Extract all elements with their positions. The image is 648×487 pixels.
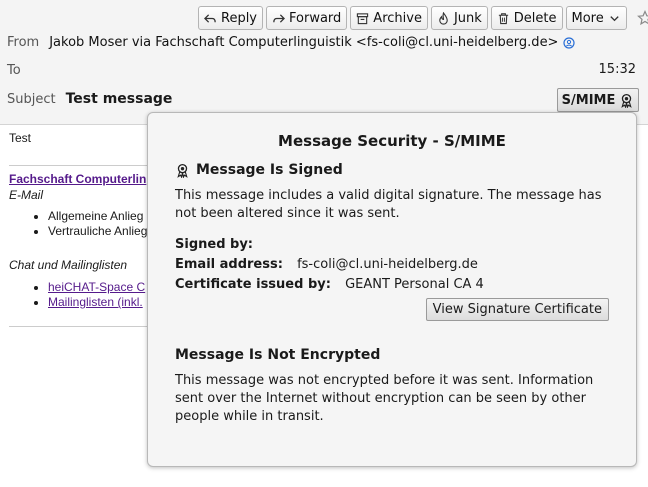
list-item: heiCHAT-Space C [48,280,145,295]
issuer-row: Certificate issued by: GEANT Personal CA… [175,277,609,292]
to-row: To [7,63,31,78]
message-time: 15:32 [598,62,636,77]
signed-badge-icon [621,93,633,108]
body-greeting: Test [9,131,32,145]
signed-heading: Message Is Signed [175,162,609,178]
encrypted-heading-text: Message Is Not Encrypted [175,347,381,363]
signed-heading-text: Message Is Signed [196,162,343,178]
mailinglisten-link[interactable]: Mailinglisten (inkl. [48,295,143,309]
email-address-value: fs-coli@cl.uni-heidelberg.de [297,257,478,272]
star-icon[interactable] [636,10,648,26]
from-row: From Jakob Moser via Fachschaft Computer… [7,35,576,50]
chat-list: heiCHAT-Space C Mailinglisten (inkl. [22,280,145,310]
archive-button[interactable]: Archive [350,6,428,30]
smime-button[interactable]: S/MIME [557,88,639,112]
email-list: Allgemeine Anlieg Vertrauliche Anlieg [22,209,147,239]
subject-value: Test message [65,91,173,107]
trash-icon [498,12,508,24]
delete-label: Delete [513,10,557,26]
archive-icon [357,12,369,24]
subject-row: Subject Test message [7,91,172,107]
message-header: Reply Forward Archive Junk Delete More F… [0,0,648,125]
contact-icon[interactable] [563,36,576,49]
chevron-down-icon [610,15,619,21]
body-divider [9,165,149,166]
from-value[interactable]: Jakob Moser via Fachschaft Computerlingu… [49,35,558,50]
message-toolbar: Reply Forward Archive Junk Delete More [198,6,648,30]
issuer-value: GEANT Personal CA 4 [345,277,484,292]
issuer-label: Certificate issued by: [175,277,331,292]
view-signature-certificate-button[interactable]: View Signature Certificate [425,298,609,321]
junk-label: Junk [453,10,482,26]
fachschaft-link[interactable]: Fachschaft Computerlin [9,172,146,186]
encrypted-description: This message was not encrypted before it… [175,373,594,424]
signed-by-label: Signed by: [175,237,254,252]
reply-icon [204,13,216,23]
reply-label: Reply [221,10,258,26]
heichat-link[interactable]: heiCHAT-Space C [48,280,145,294]
body-divider [9,326,149,327]
popup-title: Message Security - S/MIME [278,132,506,150]
forward-button[interactable]: Forward [266,6,348,30]
encrypted-heading: Message Is Not Encrypted [175,347,609,363]
smime-label: S/MIME [561,92,616,108]
email-heading: E-Mail [9,188,44,202]
email-address-row: Email address: fs-coli@cl.uni-heidelberg… [175,257,609,272]
signed-description: This message includes a valid digital si… [175,188,602,221]
junk-flame-icon [439,11,448,25]
body-title: Fachschaft Computerlin [9,172,146,186]
list-item: Vertrauliche Anlieg [48,224,147,239]
more-button[interactable]: More [565,6,627,30]
forward-label: Forward [289,10,342,26]
to-label: To [7,63,21,78]
forward-icon [273,13,286,23]
delete-button[interactable]: Delete [490,6,563,30]
from-label: From [7,35,40,50]
reply-button[interactable]: Reply [198,6,264,30]
subject-label: Subject [7,91,56,107]
chat-heading: Chat und Mailinglisten [9,258,128,272]
archive-label: Archive [373,10,422,26]
email-address-label: Email address: [175,257,283,272]
junk-button[interactable]: Junk [430,6,488,30]
more-label: More [571,10,604,26]
list-item: Allgemeine Anlieg [48,209,147,224]
list-item: Mailinglisten (inkl. [48,295,145,310]
signed-badge-icon [177,163,188,178]
message-security-popup: Message Security - S/MIME Message Is Sig… [147,112,637,467]
